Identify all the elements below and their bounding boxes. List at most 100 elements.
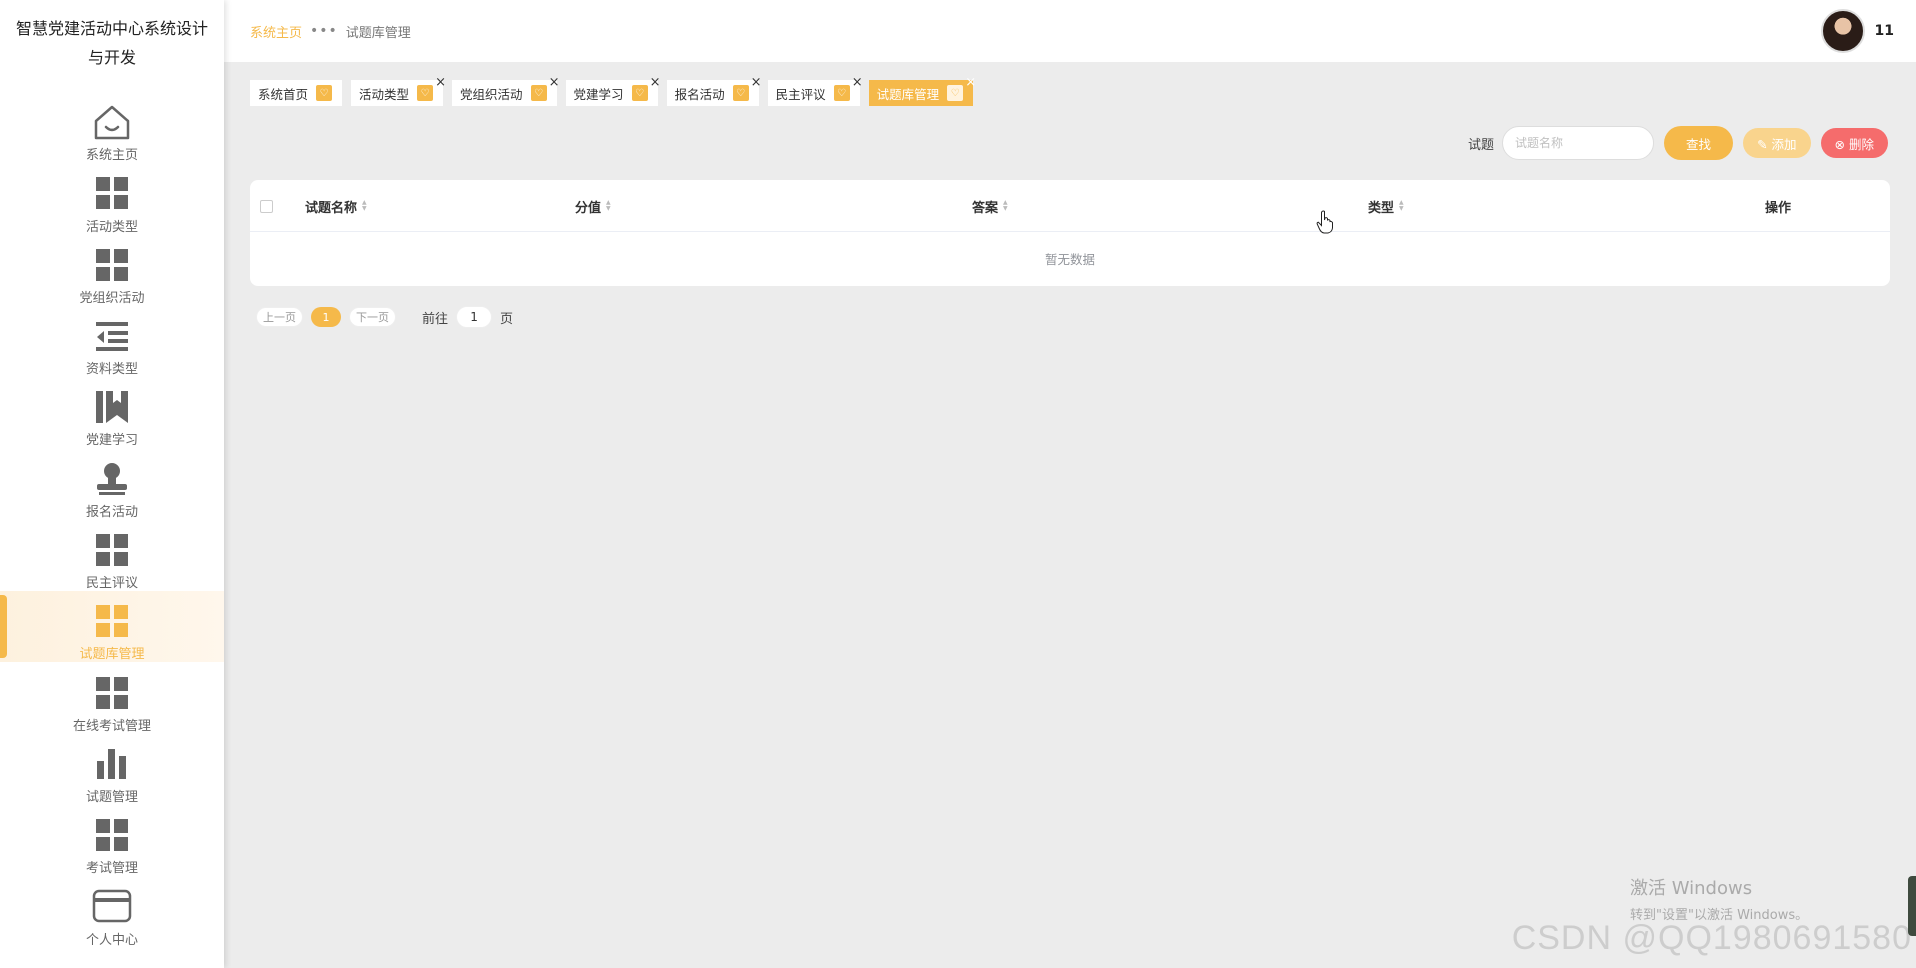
select-all-checkbox[interactable] [260,199,273,213]
goto-label: 前往 [422,311,449,327]
avatar[interactable] [1820,9,1865,53]
edit-icon: ✎ [1757,136,1772,152]
column-header-answer[interactable]: 答案 ▲ ▼ [972,180,1008,232]
heart-icon: ♡ [833,85,850,101]
sidebar-item-question-bank[interactable]: 试题库管理 [0,591,224,663]
column-header-label: 类型 [1368,200,1395,216]
grid-icon [90,601,134,641]
sort-icon[interactable]: ▲ ▼ [362,200,367,212]
add-button-label: 添加 [1771,136,1797,152]
sidebar-item-home[interactable]: 系统主页 [0,92,224,163]
user-menu[interactable]: 11 [1820,9,1894,53]
sidebar-item-material-type[interactable]: 资料类型 [0,306,224,377]
sidebar-item-party-study[interactable]: 党建学习 [0,377,224,448]
sidebar-item-label: 民主评议 [85,576,138,592]
column-header-label: 操作 [1765,200,1792,216]
sidebar-item-activity-type[interactable]: 活动类型 [0,163,224,235]
close-icon[interactable]: × [965,75,976,90]
sidebar: 智慧党建活动中心系统设计与开发 系统主页 活动类型 党组织活动 资料类型 党建学… [0,0,224,968]
tag-label: 活动类型 [359,86,410,102]
close-icon[interactable]: × [435,75,446,90]
column-header-type[interactable]: 类型 ▲ ▼ [1368,180,1404,232]
hand-cursor-icon [1316,210,1333,234]
sidebar-item-label: 活动类型 [85,219,138,235]
goto-page-input[interactable]: 1 [456,306,493,328]
column-header-score[interactable]: 分值 ▲ ▼ [575,180,611,232]
grid-icon [90,672,134,712]
column-header-name[interactable]: 试题名称 ▲ ▼ [305,180,367,232]
empty-state: 暂无数据 [1044,252,1095,267]
grid-icon [90,245,134,285]
prev-page-button[interactable]: 上一页 [256,307,303,327]
heart-icon: ♡ [947,85,964,101]
sidebar-item-question-management[interactable]: 试题管理 [0,734,224,805]
sidebar-item-exam-management[interactable]: 考试管理 [0,805,224,876]
heart-icon: ♡ [417,85,434,101]
tag-party-study[interactable]: 党建学习 ♡ × [565,75,661,106]
top-header: 系统主页 ••• 试题库管理 11 [224,0,1916,62]
sidebar-item-party-activity[interactable]: 党组织活动 [0,235,224,306]
sort-icon[interactable]: ▲ ▼ [606,200,611,212]
tag-question-bank[interactable]: 试题库管理 ♡ × [868,75,976,106]
search-bar: 试题 查找 ✎ 添加 ⊗ 删除 [1468,126,1888,160]
column-header-label: 答案 [972,200,999,216]
grid-icon [90,815,134,855]
tag-activity-type[interactable]: 活动类型 ♡ × [351,75,446,106]
select-all-cell [260,180,273,232]
close-icon[interactable]: × [549,75,560,90]
heart-icon: ♡ [316,85,333,101]
tag-signup-activity[interactable]: 报名活动 ♡ × [666,75,762,106]
page-number-current[interactable]: 1 [311,307,341,327]
sidebar-item-label: 在线考试管理 [72,718,151,734]
sidebar-item-signup-activity[interactable]: 报名活动 [0,448,224,520]
tag-label: 民主评议 [775,86,826,102]
search-button[interactable]: 查找 [1664,126,1734,160]
close-icon[interactable]: × [650,75,661,90]
grid-icon [90,173,134,213]
app-title: 智慧党建活动中心系统设计与开发 [16,19,209,67]
sidebar-item-personal-center[interactable]: 个人中心 [0,876,224,948]
breadcrumb: 系统主页 ••• 试题库管理 [250,22,411,41]
edge-widget[interactable] [1908,876,1916,936]
sidebar-item-label: 党组织活动 [79,290,145,306]
search-label: 试题 [1468,137,1495,153]
sidebar-menu: 系统主页 活动类型 党组织活动 资料类型 党建学习 报名活动 民主评议 试题库管… [0,92,224,948]
heart-icon: ♡ [530,85,547,101]
sidebar-item-label: 试题库管理 [79,647,145,663]
tag-party-activity[interactable]: 党组织活动 ♡ × [452,75,560,106]
home-icon [90,102,134,142]
stamp-icon [90,458,134,498]
csdn-watermark: CSDN @QQ1980691580 [1511,919,1912,957]
sidebar-item-online-exam[interactable]: 在线考试管理 [0,662,224,734]
sort-icon[interactable]: ▲ ▼ [1003,200,1008,212]
next-page-button[interactable]: 下一页 [349,307,396,327]
user-name[interactable]: 11 [1875,23,1894,39]
tag-label: 试题库管理 [876,86,940,102]
sidebar-item-label: 试题管理 [85,789,138,805]
tags-view: 系统首页 ♡ 活动类型 ♡ × 党组织活动 ♡ × 党建学习 ♡ × 报名活动 … [250,75,982,106]
column-header-label: 试题名称 [305,200,358,216]
tag-label: 党组织活动 [460,86,523,102]
breadcrumb-home[interactable]: 系统主页 [250,22,302,41]
breadcrumb-current: 试题库管理 [345,25,411,41]
pagination: 上一页 1 下一页 前往 1 页 [256,306,513,328]
sidebar-item-label: 考试管理 [85,861,138,877]
sidebar-item-label: 报名活动 [85,504,138,520]
tag-home[interactable]: 系统首页 ♡ [250,80,343,106]
windows-activation-watermark: 激活 Windows 转到"设置"以激活 Windows。 [1630,874,1808,923]
sort-icon[interactable]: ▲ ▼ [1399,200,1404,212]
sidebar-item-label: 党建学习 [85,433,138,449]
tag-democratic-review[interactable]: 民主评议 ♡ × [767,75,863,106]
sidebar-item-democratic-review[interactable]: 民主评议 [0,520,224,591]
close-icon[interactable]: × [751,75,762,90]
column-header-label: 分值 [575,200,602,216]
delete-button[interactable]: ⊗ 删除 [1820,128,1888,158]
column-header-actions: 操作 [1765,180,1791,232]
card-icon [90,886,134,926]
sidebar-item-label: 系统主页 [85,148,138,164]
add-button[interactable]: ✎ 添加 [1743,128,1811,158]
tag-label: 党建学习 [573,86,624,102]
close-icon[interactable]: × [852,75,863,90]
search-input[interactable] [1502,126,1655,160]
circle-close-icon: ⊗ [1834,136,1849,152]
